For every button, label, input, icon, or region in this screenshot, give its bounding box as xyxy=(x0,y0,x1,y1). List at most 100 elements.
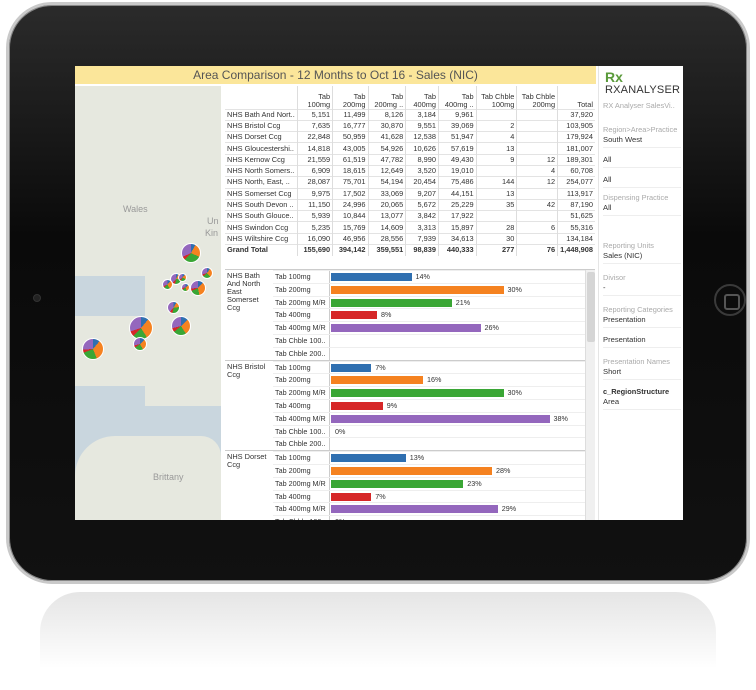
row-label[interactable]: NHS Dorset Ccg xyxy=(225,131,298,143)
row-label[interactable]: NHS Somerset Ccg xyxy=(225,187,298,200)
filter-field-value[interactable]: - xyxy=(603,283,681,296)
header-tab-400mg[interactable]: Tab 400mg xyxy=(405,86,439,109)
bar-mark[interactable] xyxy=(331,363,372,372)
bar-mark[interactable] xyxy=(331,298,452,307)
table-row[interactable]: NHS North, East, .. 28,087 75,701 54,194 20,… xyxy=(225,176,595,189)
bar-row[interactable]: Tab Chble 200.. xyxy=(273,346,595,361)
filter-field[interactable]: Dispensing Practice All xyxy=(603,194,681,216)
pie-marker-swindon[interactable] xyxy=(201,267,213,279)
row-label[interactable]: NHS North Somers.. xyxy=(225,164,298,177)
row-label[interactable]: Grand Total xyxy=(225,244,298,256)
bar-row[interactable]: Tab 100mg 14% xyxy=(273,270,595,284)
filter-field[interactable]: Presentation Names Short xyxy=(603,358,681,380)
bar-row[interactable]: Tab Chble 100..0% xyxy=(273,424,595,439)
filter-field[interactable]: c_RegionStructure Area xyxy=(603,388,681,410)
bar-mark[interactable] xyxy=(331,376,423,385)
bar-mark[interactable] xyxy=(331,273,412,281)
filter-field[interactable]: Presentation xyxy=(603,334,681,348)
pie-marker-dorset[interactable] xyxy=(171,316,191,336)
header-total[interactable]: Total xyxy=(557,86,595,109)
bar-row[interactable]: Tab 400mg 7% xyxy=(273,489,595,504)
filter-field-value[interactable]: All xyxy=(603,175,681,188)
row-label[interactable]: NHS North, East, .. xyxy=(225,176,298,189)
pie-marker-wiltshire[interactable] xyxy=(190,280,206,296)
table-row[interactable]: NHS Bristol Ccg 7,635 16,777 30,870 9,551 39,… xyxy=(225,119,595,132)
pie-marker-kernow[interactable] xyxy=(82,338,104,360)
header-tab-chble-100mg[interactable]: Tab Chble 100mg xyxy=(475,86,517,109)
filter-field[interactable]: All xyxy=(603,174,681,188)
bar-row[interactable]: Tab Chble 100.. xyxy=(273,333,595,348)
bar-chart-scrollbar[interactable] xyxy=(585,270,595,520)
bar-mark[interactable] xyxy=(331,311,377,320)
filter-field[interactable]: All xyxy=(603,154,681,168)
filter-field-value[interactable]: Short xyxy=(603,367,681,380)
filter-field[interactable]: Reporting Units Sales (NIC) xyxy=(603,242,681,264)
bar-mark[interactable] xyxy=(331,414,550,423)
bar-mark[interactable] xyxy=(331,492,372,501)
filter-field-value[interactable]: Area xyxy=(603,397,681,410)
header-tab-200mg[interactable]: Tab 200mg xyxy=(332,86,369,109)
bar-row[interactable]: Tab 200mg M/R 21% xyxy=(273,295,595,310)
pie-marker-bath[interactable] xyxy=(181,283,190,292)
header-tab-200mg-mr[interactable]: Tab 200mg .. xyxy=(367,86,406,109)
bar-mark[interactable] xyxy=(331,454,406,463)
bar-row[interactable]: Tab 400mg M/R 26% xyxy=(273,321,595,335)
table-row[interactable]: NHS Dorset Ccg 22,848 50,959 41,628 12,538 51… xyxy=(225,131,595,143)
filter-field-value[interactable]: Sales (NIC) xyxy=(603,251,681,264)
table-row[interactable]: NHS Kernow Ccg 21,559 61,519 47,782 8,990 49,… xyxy=(225,153,595,166)
header-tab-100mg[interactable]: Tab 100mg xyxy=(296,86,333,109)
row-label[interactable]: NHS Bristol Ccg xyxy=(225,119,298,132)
bar-mark[interactable] xyxy=(331,401,383,410)
row-label[interactable]: NHS Kernow Ccg xyxy=(225,153,298,166)
table-row[interactable]: NHS South Devon .. 11,150 24,996 20,065 5,67… xyxy=(225,198,595,211)
pie-marker-gloucestershire[interactable] xyxy=(181,243,201,263)
bar-row[interactable]: Tab Chble 200.. xyxy=(273,437,595,452)
bar-mark[interactable] xyxy=(331,466,492,475)
filter-field[interactable]: Region>Area>Practice South West xyxy=(603,126,681,148)
row-label[interactable]: NHS Bath And Nort.. xyxy=(225,108,298,121)
table-row[interactable]: NHS Gloucestershi.. 14,818 43,005 54,926 10,… xyxy=(225,142,595,155)
bar-row[interactable]: Tab 200mg M/R 23% xyxy=(273,476,595,491)
bar-row[interactable]: Tab 200mg 28% xyxy=(273,463,595,478)
filter-field-value[interactable]: All xyxy=(603,203,681,216)
bar-row[interactable]: Tab 100mg 7% xyxy=(273,360,595,375)
bar-mark[interactable] xyxy=(331,389,504,398)
filter-field-value[interactable]: Presentation xyxy=(603,335,681,348)
table-row[interactable]: NHS North Somers.. 6,909 18,615 12,649 3,520… xyxy=(225,164,595,177)
bar-mark[interactable] xyxy=(331,505,498,514)
table-row[interactable]: NHS Somerset Ccg 9,975 17,502 33,069 9,207 44… xyxy=(225,187,595,200)
table-row[interactable]: Grand Total 155,690 394,142 359,551 98,839 44… xyxy=(225,244,595,256)
bar-mark[interactable] xyxy=(331,285,504,294)
filter-field[interactable]: Reporting Categories Presentation xyxy=(603,306,681,328)
row-label[interactable]: NHS Wiltshire Ccg xyxy=(225,232,298,245)
filter-field-value[interactable]: Presentation xyxy=(603,315,681,328)
bar-row[interactable]: Tab 400mg M/R 29% xyxy=(273,502,595,517)
bar-row[interactable]: Tab 200mg M/R 30% xyxy=(273,386,595,400)
header-tab-chble-200mg[interactable]: Tab Chble 200mg xyxy=(516,86,558,109)
filter-field-value[interactable]: South West xyxy=(603,135,681,148)
table-row[interactable]: NHS Wiltshire Ccg 16,090 46,956 28,556 7,939… xyxy=(225,232,595,245)
filter-field-value[interactable]: All xyxy=(603,155,681,168)
scrollbar-thumb[interactable] xyxy=(587,272,595,342)
row-label[interactable]: NHS South Glouce.. xyxy=(225,210,298,222)
row-label[interactable]: NHS South Devon .. xyxy=(225,198,298,211)
bar-row[interactable]: Tab 400mg M/R 38% xyxy=(273,411,595,426)
pie-marker-south-devon[interactable] xyxy=(133,337,147,351)
bar-row[interactable]: Tab 400mg 9% xyxy=(273,398,595,413)
home-button[interactable] xyxy=(714,284,746,316)
bar-row[interactable]: Tab 200mg 30% xyxy=(273,282,595,297)
table-row[interactable]: NHS Bath And Nort.. 5,151 11,499 8,126 3,184… xyxy=(225,108,595,121)
row-label[interactable]: NHS Swindon Ccg xyxy=(225,221,298,234)
bar-row[interactable]: Tab Chble 100..0% xyxy=(273,515,595,520)
header-tab-400mg-mr[interactable]: Tab 400mg .. xyxy=(437,86,477,109)
pie-marker-north-somerset[interactable] xyxy=(162,279,173,290)
bar-mark[interactable] xyxy=(331,324,481,333)
table-row[interactable]: NHS Swindon Ccg 5,235 15,769 14,609 3,313 15,… xyxy=(225,221,595,234)
bar-row[interactable]: Tab 100mg 13% xyxy=(273,451,595,465)
bar-row[interactable]: Tab 400mg 8% xyxy=(273,308,595,323)
bar-row[interactable]: Tab 200mg 16% xyxy=(273,373,595,388)
bar-chart-panel[interactable]: NHS Bath And North East Somerset Ccg Tab … xyxy=(225,269,595,520)
table-row[interactable]: NHS South Glouce.. 5,939 10,844 13,077 3,842… xyxy=(225,210,595,222)
pie-marker-south-glouce[interactable] xyxy=(178,273,187,282)
region-map[interactable]: Wales Un Kin Brittany xyxy=(75,86,221,520)
